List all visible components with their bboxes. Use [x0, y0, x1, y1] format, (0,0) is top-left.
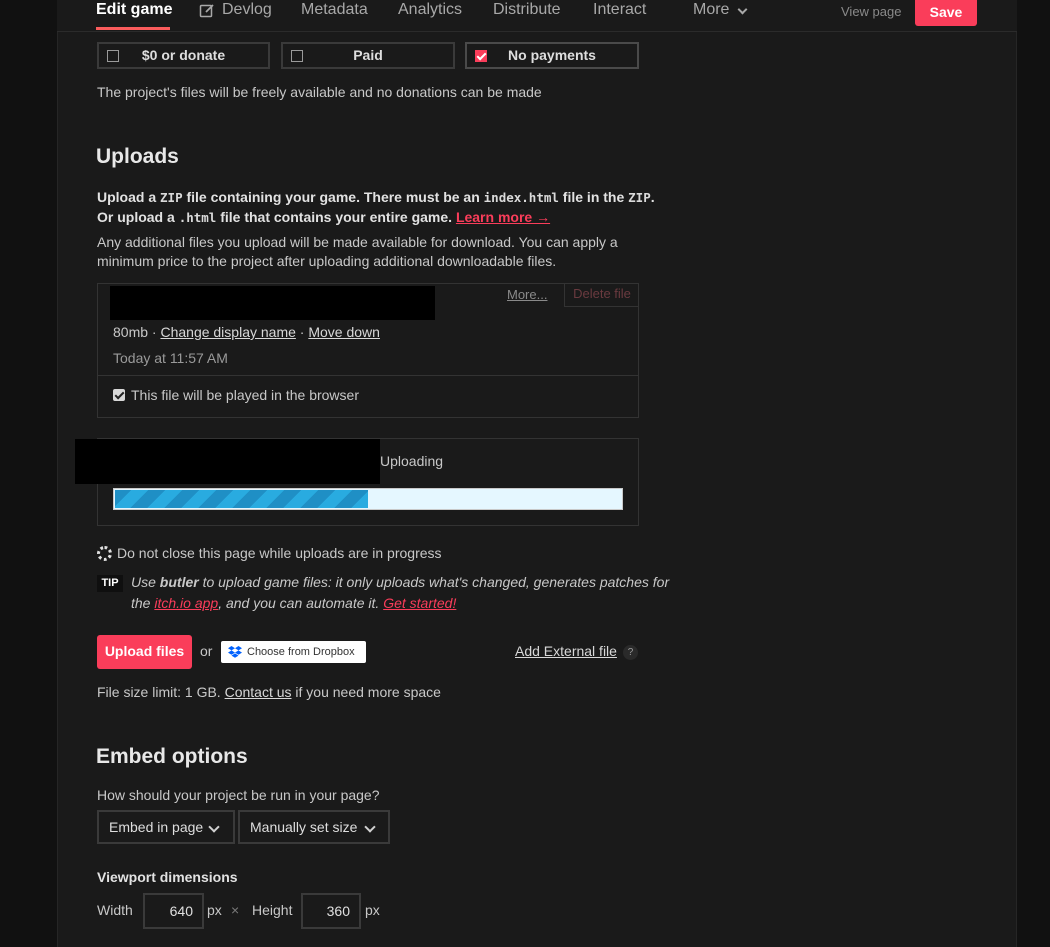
- embed-sizing-select[interactable]: Manually set size: [238, 810, 390, 844]
- pricing-option-donate[interactable]: $0 or donate: [97, 42, 270, 69]
- upload-status: Uploading: [380, 453, 444, 469]
- chevron-down-icon: [208, 821, 220, 833]
- checkbox: [291, 50, 303, 62]
- tip-line1: Use butler to upload game files: it only…: [131, 574, 670, 590]
- edit-icon: [199, 3, 215, 19]
- spinner-icon: [97, 546, 112, 561]
- pricing-option-paid[interactable]: Paid: [281, 42, 455, 69]
- tab-analytics[interactable]: Analytics: [398, 1, 462, 19]
- chevron-down-icon: [364, 821, 376, 833]
- change-display-name-link[interactable]: Change display name: [160, 324, 295, 340]
- uploads-heading: Uploads: [96, 145, 179, 168]
- tab-metadata[interactable]: Metadata: [301, 1, 368, 19]
- contact-us-link[interactable]: Contact us: [225, 684, 292, 700]
- dropbox-button[interactable]: Choose from Dropbox: [221, 641, 366, 663]
- uploads-intro-line2: Or upload a .html file that contains you…: [97, 209, 551, 225]
- learn-more-link[interactable]: Learn more →: [456, 209, 550, 225]
- view-page-link[interactable]: View page: [841, 4, 901, 19]
- tab-edit-game[interactable]: Edit game: [96, 1, 172, 19]
- tab-more[interactable]: More: [693, 1, 729, 19]
- redacted-filename: [110, 286, 435, 320]
- embed-question: How should your project be run in your p…: [97, 787, 380, 803]
- pricing-option-no-payments[interactable]: No payments: [465, 42, 639, 69]
- pricing-label: $0 or donate: [141, 47, 226, 63]
- redacted-upload-name: [75, 439, 380, 484]
- select-value: Embed in page: [109, 819, 204, 835]
- or-label: or: [200, 643, 213, 659]
- width-input[interactable]: 640: [143, 893, 204, 929]
- dropbox-label: Choose from Dropbox: [247, 646, 355, 658]
- times-symbol: ×: [231, 902, 240, 918]
- height-input[interactable]: 360: [301, 893, 361, 929]
- upload-warning: Do not close this page while uploads are…: [117, 545, 442, 561]
- tip-line2: the itch.io app, and you can automate it…: [131, 595, 457, 611]
- width-label: Width: [97, 902, 133, 918]
- pricing-description: The project's files will be freely avail…: [97, 84, 542, 100]
- px-unit: px: [207, 902, 222, 918]
- tab-distribute[interactable]: Distribute: [493, 1, 561, 19]
- active-tab-indicator: [96, 27, 170, 30]
- dropbox-icon: [228, 646, 242, 658]
- select-value: Manually set size: [250, 819, 358, 835]
- tip-badge: TIP: [97, 575, 123, 592]
- move-down-link[interactable]: Move down: [308, 324, 380, 340]
- uploads-intro-line1: Upload a ZIP file containing your game. …: [97, 189, 655, 205]
- embed-options-heading: Embed options: [96, 745, 248, 768]
- upload-progress-fill: [115, 490, 368, 508]
- help-icon[interactable]: ?: [623, 645, 638, 660]
- play-in-browser-label: This file will be played in the browser: [131, 387, 359, 403]
- divider: [97, 375, 639, 376]
- upload-files-button[interactable]: Upload files: [97, 635, 192, 669]
- pricing-label: Paid: [353, 47, 383, 63]
- uploads-additional-line2: minimum price to the project after uploa…: [97, 253, 557, 269]
- file-timestamp: Today at 11:57 AM: [113, 350, 228, 366]
- play-in-browser-checkbox[interactable]: [113, 389, 125, 401]
- butler-text: butler: [159, 574, 199, 590]
- file-meta: 80mb · Change display name · Move down: [113, 324, 380, 340]
- px-unit: px: [365, 902, 380, 918]
- upload-progress-bar: [113, 488, 623, 510]
- tab-devlog[interactable]: Devlog: [222, 1, 272, 19]
- add-external-file-link[interactable]: Add External file: [515, 643, 617, 659]
- delete-file-button[interactable]: Delete file: [564, 283, 639, 307]
- pricing-label: No payments: [508, 47, 596, 63]
- save-button[interactable]: Save: [915, 0, 977, 26]
- height-label: Height: [252, 902, 293, 918]
- tab-interact[interactable]: Interact: [593, 1, 646, 19]
- embed-mode-select[interactable]: Embed in page: [97, 810, 235, 844]
- viewport-heading: Viewport dimensions: [97, 869, 238, 885]
- uploads-additional-line1: Any additional files you upload will be …: [97, 234, 618, 250]
- checkbox-checked: [475, 50, 487, 62]
- get-started-link[interactable]: Get started!: [383, 595, 456, 611]
- checkbox: [107, 50, 119, 62]
- itchio-app-link[interactable]: itch.io app: [154, 595, 218, 611]
- more-link[interactable]: More...: [507, 287, 547, 302]
- file-size-limit: File size limit: 1 GB. Contact us if you…: [97, 684, 441, 700]
